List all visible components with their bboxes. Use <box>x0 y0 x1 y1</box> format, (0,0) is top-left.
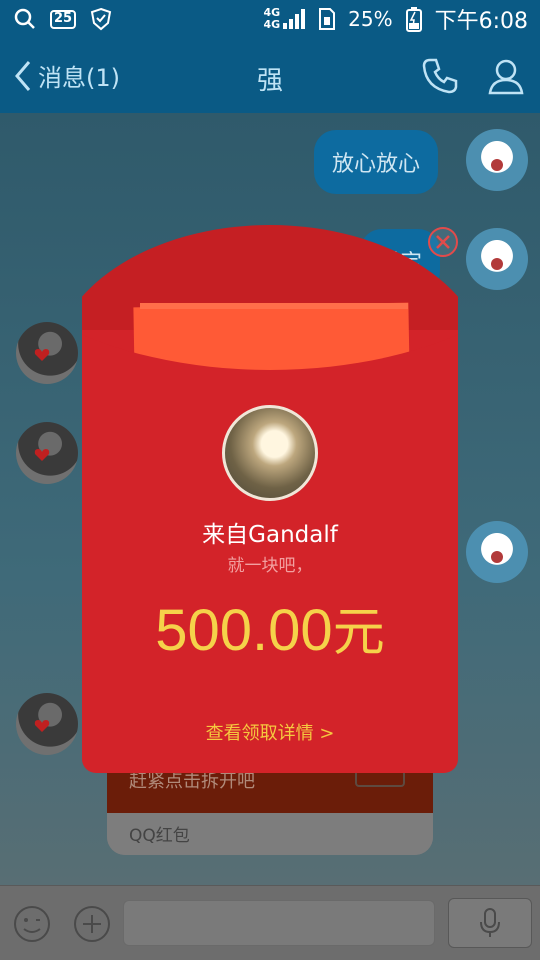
heart-icon <box>34 349 50 361</box>
message-input[interactable] <box>123 900 435 946</box>
sender-avatar <box>222 405 318 501</box>
phone-call-button[interactable] <box>420 56 460 96</box>
network-top-label: 4G <box>263 6 281 19</box>
sender-name: 来自Gandalf <box>202 522 338 548</box>
calendar-badge: 25 <box>54 11 73 26</box>
close-icon <box>436 235 450 249</box>
phone-icon <box>422 58 458 94</box>
sim-icon <box>314 6 340 32</box>
chat-header: 消息(1) 强 <box>0 38 540 113</box>
my-avatar[interactable] <box>466 521 528 583</box>
red-packet-pocket <box>82 330 458 400</box>
network-bottom-label: 4G <box>263 18 281 31</box>
amount-display: 500.00 元 <box>82 590 458 665</box>
message-input-bar <box>0 885 540 960</box>
smiley-icon <box>14 906 50 942</box>
heart-icon <box>34 449 50 461</box>
red-packet-paper-edge <box>140 303 408 309</box>
shield-icon <box>88 6 114 32</box>
signal-icon <box>283 9 306 29</box>
plus-icon <box>74 906 110 942</box>
battery-charging-icon <box>401 6 427 32</box>
person-icon <box>488 59 524 95</box>
emoji-button[interactable] <box>12 904 52 944</box>
voice-button[interactable] <box>448 898 532 948</box>
microphone-icon <box>480 908 500 937</box>
more-options-button[interactable] <box>72 904 112 944</box>
search-icon <box>12 6 38 32</box>
contact-avatar[interactable] <box>16 422 78 484</box>
heart-icon <box>34 720 50 732</box>
contact-avatar[interactable] <box>16 322 78 384</box>
clock: 下午6:08 <box>434 9 528 34</box>
close-popup-button[interactable] <box>428 227 458 257</box>
red-packet-hint: 赶紧点击拆开吧 <box>129 771 255 792</box>
status-bar: 25 4G 4G 25% 下午6:08 <box>0 0 540 38</box>
message-bubble-outgoing[interactable]: 放心放心 <box>314 130 439 194</box>
battery-percent: 25% <box>348 7 393 31</box>
network-indicator: 4G 4G <box>263 6 306 31</box>
view-details-link[interactable]: 查看领取详情 > <box>82 719 458 745</box>
contact-avatar[interactable] <box>16 693 78 755</box>
red-packet-label: QQ红包 <box>107 813 433 855</box>
message-text: 放心放心 <box>332 152 421 177</box>
my-avatar[interactable] <box>466 129 528 191</box>
amount-unit: 元 <box>332 603 385 663</box>
red-packet-popup: 来自Gandalf 就一块吧， 500.00 元 查看领取详情 > <box>82 225 458 773</box>
amount-value: 500.00 <box>155 598 333 663</box>
my-avatar[interactable] <box>466 228 528 290</box>
packet-message: 就一块吧， <box>227 556 313 576</box>
contact-profile-button[interactable] <box>486 56 526 96</box>
